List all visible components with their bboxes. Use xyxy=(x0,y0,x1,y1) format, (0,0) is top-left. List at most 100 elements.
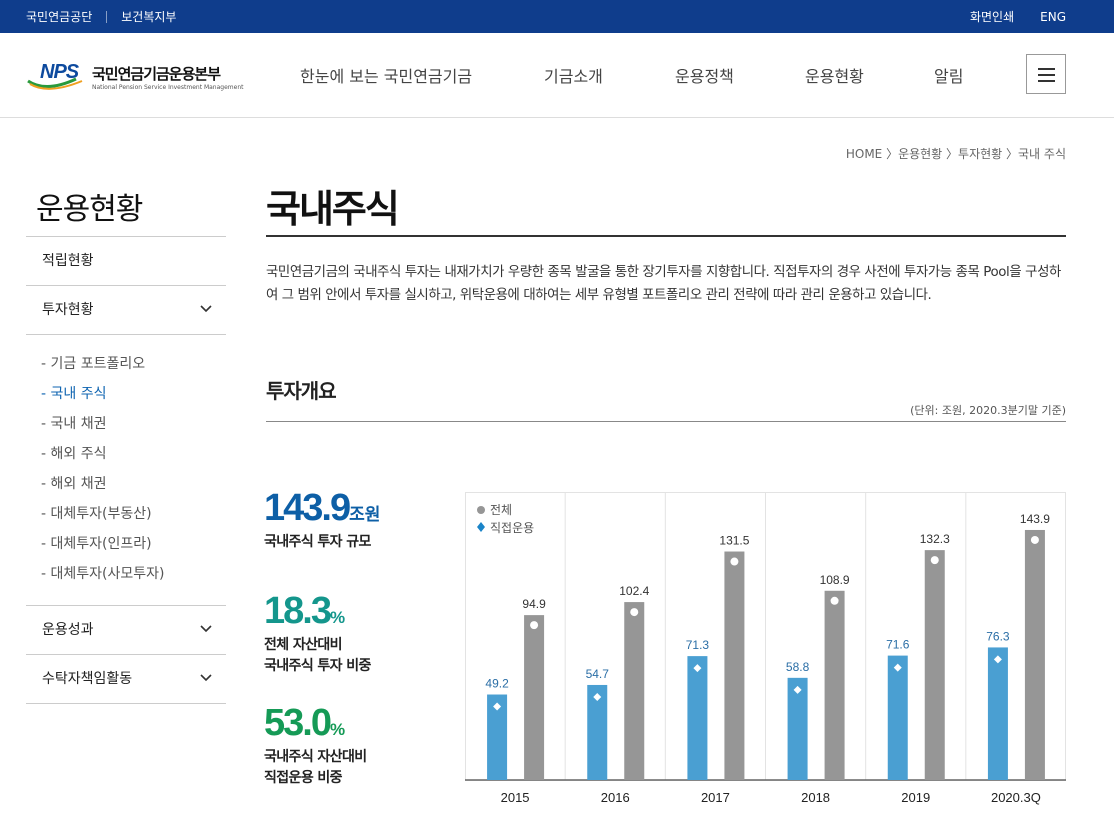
submenu-portfolio[interactable]: - 기금 포트폴리오 xyxy=(41,349,226,379)
divider xyxy=(106,10,108,23)
gnb-overview[interactable]: 한눈에 보는 국민연금기금 xyxy=(300,63,472,87)
utility-bar: 국민연금공단 보건복지부 화면인쇄 ENG xyxy=(0,0,1114,33)
breadcrumb: HOME 〉운용현황 〉투자현황 〉국내 주식 xyxy=(845,147,1066,161)
submenu-global-bond[interactable]: - 해외 채권 xyxy=(41,469,226,499)
x-tick-label: 2017 xyxy=(701,790,730,805)
legend-circle-icon xyxy=(477,506,485,514)
legend-label-total: 전체 xyxy=(490,503,512,517)
bar-total xyxy=(1024,529,1045,780)
hamburger-icon-line xyxy=(1038,74,1055,76)
legend-label-direct: 직접운용 xyxy=(490,521,534,535)
stat-label: 전체 자산대비 xyxy=(264,637,343,653)
logo-title: 국민연금기금운용본부 xyxy=(92,65,221,83)
data-label: 94.9 xyxy=(522,597,546,611)
data-label: 143.9 xyxy=(1020,512,1050,526)
gnb-policy[interactable]: 운용정책 xyxy=(675,63,734,87)
bar-total xyxy=(524,615,545,780)
submenu-alt-pe[interactable]: - 대체투자(사모투자) xyxy=(41,559,226,589)
hamburger-icon-line xyxy=(1038,80,1055,82)
sidebar-item-reserve[interactable]: 적립현황 xyxy=(26,237,226,286)
data-label: 71.6 xyxy=(886,638,910,652)
data-label: 102.4 xyxy=(619,584,649,598)
submenu-global-equity[interactable]: - 해외 주식 xyxy=(41,439,226,469)
investment-chart: 49.2 94.9 2015 54.7 102.4 2016 71.3 131.5 2017 58… xyxy=(465,492,1066,812)
stat-direct-ratio: 53.0% 국내주식 자산대비 직접운용 비중 xyxy=(264,702,367,789)
circle-marker xyxy=(630,608,639,617)
logo-mark: NPS xyxy=(40,61,79,83)
stat-unit: 조원 xyxy=(349,505,381,524)
data-label: 132.3 xyxy=(920,532,950,546)
stat-label: 직접운용 비중 xyxy=(264,770,343,786)
stat-total-asset-ratio: 18.3% 전체 자산대비 국내주식 투자 비중 xyxy=(264,590,371,677)
stat-number: 53.0 xyxy=(264,702,332,744)
x-tick-label: 2018 xyxy=(801,790,830,805)
data-label: 131.5 xyxy=(719,534,749,548)
stat-investment-size: 143.9조원 국내주식 투자 규모 xyxy=(264,487,380,553)
bar-direct xyxy=(887,655,908,780)
sidebar-item-label: 수탁자책임활동 xyxy=(42,671,133,687)
link-mohw[interactable]: 보건복지부 xyxy=(121,8,176,25)
gnb-status[interactable]: 운용현황 xyxy=(805,63,864,87)
stat-label: 국내주식 자산대비 xyxy=(264,749,367,765)
circle-marker xyxy=(530,621,539,630)
x-tick-label: 2020.3Q xyxy=(991,790,1041,805)
submenu-domestic-bond[interactable]: - 국내 채권 xyxy=(41,409,226,439)
sidebar-nav: 적립현황 투자현황 - 기금 포트폴리오 - 국내 주식 - 국내 채권 - 해… xyxy=(26,236,226,704)
gnb-notice[interactable]: 알림 xyxy=(934,63,963,87)
chevron-down-icon xyxy=(200,305,212,313)
data-label: 54.7 xyxy=(586,667,610,681)
data-label: 71.3 xyxy=(686,638,710,652)
x-tick-label: 2015 xyxy=(501,790,530,805)
sidebar-submenu: - 기금 포트폴리오 - 국내 주식 - 국내 채권 - 해외 주식 - 해외 … xyxy=(26,335,226,606)
logo-subtitle: National Pension Service Investment Mana… xyxy=(92,84,244,91)
x-tick-label: 2016 xyxy=(601,790,630,805)
lang-eng-link[interactable]: ENG xyxy=(1040,10,1066,24)
site-logo[interactable]: NPS 국민연금기금운용본부 National Pension Service … xyxy=(26,61,256,97)
bar-direct xyxy=(687,656,708,780)
bar-direct xyxy=(987,647,1008,780)
circle-marker xyxy=(930,556,939,565)
sidebar-item-label: 적립현황 xyxy=(42,253,94,269)
sidebar-item-label: 투자현황 xyxy=(42,302,94,318)
stat-unit: % xyxy=(329,720,346,739)
circle-marker xyxy=(730,557,739,566)
bar-total xyxy=(824,590,845,780)
chevron-down-icon xyxy=(200,625,212,633)
data-label: 49.2 xyxy=(485,677,509,691)
submenu-alt-realestate[interactable]: - 대체투자(부동산) xyxy=(41,499,226,529)
stat-label: 국내주식 투자 규모 xyxy=(264,534,371,550)
stat-number: 18.3 xyxy=(264,590,332,632)
bar-chart: 49.2 94.9 2015 54.7 102.4 2016 71.3 131.5 2017 58… xyxy=(465,492,1066,805)
data-label: 58.8 xyxy=(786,660,810,674)
divider xyxy=(266,421,1066,422)
bar-total xyxy=(924,550,945,780)
print-link[interactable]: 화면인쇄 xyxy=(970,8,1014,25)
stat-value: 18.3% xyxy=(264,590,371,633)
data-label: 76.3 xyxy=(986,629,1010,643)
divider xyxy=(266,235,1066,237)
sidebar-item-label: 운용성과 xyxy=(42,622,94,638)
link-nps[interactable]: 국민연금공단 xyxy=(26,8,92,25)
stat-value: 53.0% xyxy=(264,702,367,745)
sidebar-item-stewardship[interactable]: 수탁자책임활동 xyxy=(26,655,226,704)
sidebar-title: 운용현황 xyxy=(36,192,143,227)
stat-label: 국내주식 투자 비중 xyxy=(264,658,371,674)
unit-note: (단위: 조원, 2020.3분기말 기준) xyxy=(910,404,1066,417)
x-tick-label: 2019 xyxy=(901,790,930,805)
data-label: 108.9 xyxy=(820,573,850,587)
sidebar-item-performance[interactable]: 운용성과 xyxy=(26,606,226,655)
bar-total xyxy=(724,551,745,780)
circle-marker xyxy=(1030,535,1039,544)
submenu-alt-infra[interactable]: - 대체투자(인프라) xyxy=(41,529,226,559)
intro-text: 국민연금기금의 국내주식 투자는 내재가치가 우량한 종목 발굴을 통한 장기투… xyxy=(266,265,1061,303)
submenu-domestic-equity[interactable]: - 국내 주식 xyxy=(41,379,226,409)
site-header: NPS 국민연금기금운용본부 National Pension Service … xyxy=(0,33,1114,118)
gnb-fund-intro[interactable]: 기금소개 xyxy=(544,63,603,87)
all-menu-button[interactable] xyxy=(1026,54,1066,94)
section-title: 투자개요 xyxy=(266,379,337,403)
circle-marker xyxy=(830,596,839,605)
stat-value: 143.9조원 xyxy=(264,487,380,530)
hamburger-icon xyxy=(1038,68,1055,70)
chevron-down-icon xyxy=(200,674,212,682)
sidebar-item-investment[interactable]: 투자현황 xyxy=(26,286,226,335)
